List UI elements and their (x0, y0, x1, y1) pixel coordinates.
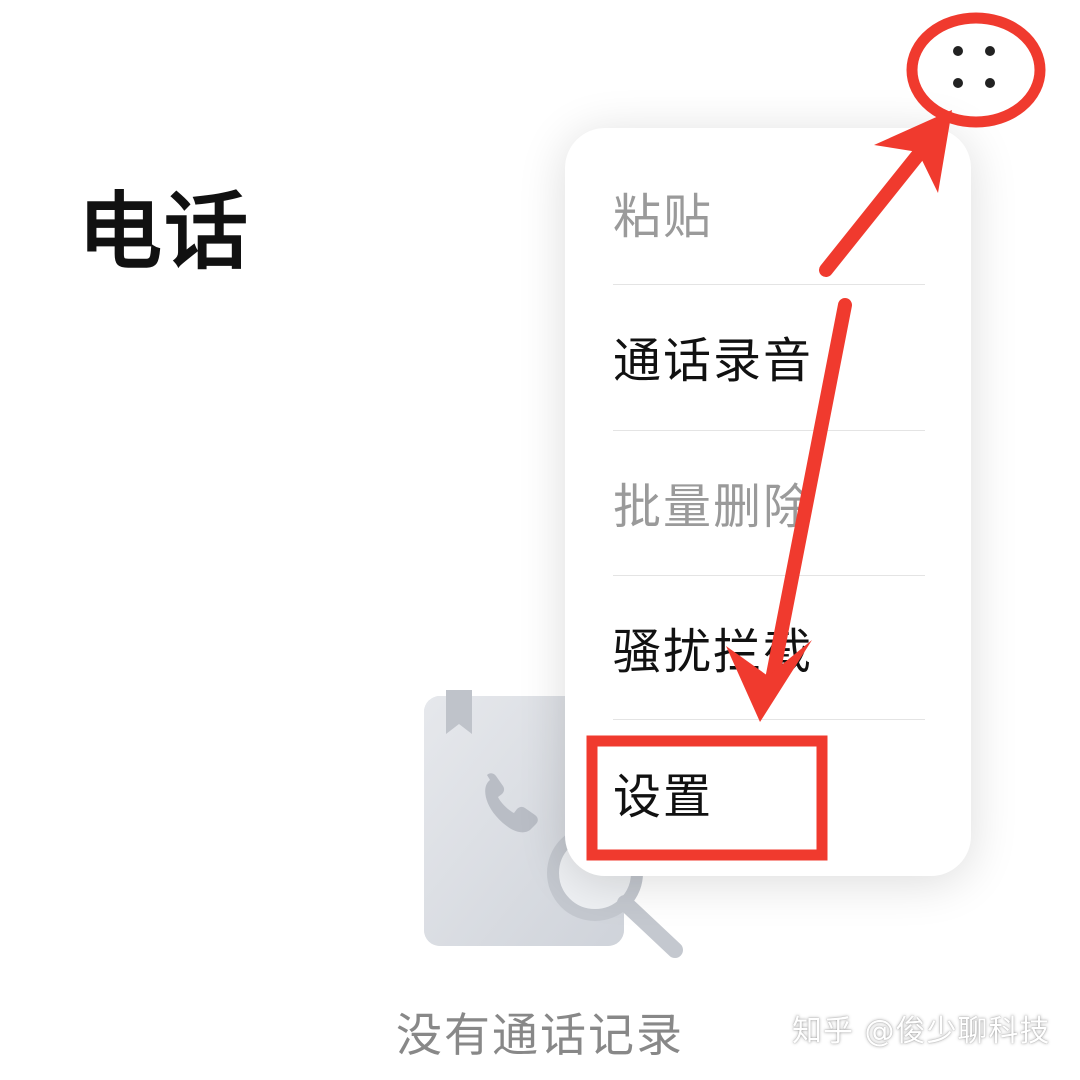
watermark: 知乎 @俊少聊科技 (792, 1014, 1051, 1049)
menu-item-harassment-block[interactable]: 骚扰拦截 (613, 597, 925, 707)
menu-item-call-recording[interactable]: 通话录音 (613, 306, 925, 416)
menu-item-batch-delete[interactable]: 批量删除 (613, 452, 925, 562)
more-options-button[interactable] (926, 30, 1026, 110)
menu-item-paste[interactable]: 粘贴 (613, 162, 925, 272)
popup-menu: 粘贴 通话录音 批量删除 骚扰拦截 设置 (565, 128, 971, 876)
empty-state-text: 没有通话记录 (396, 1008, 684, 1062)
more-dot-icon (985, 78, 995, 88)
more-dot-icon (953, 46, 963, 56)
menu-item-settings[interactable]: 设置 (613, 742, 925, 852)
menu-divider (613, 430, 925, 431)
more-dot-icon (953, 78, 963, 88)
page-title: 电话 (78, 183, 251, 281)
menu-divider (613, 284, 925, 285)
menu-divider (613, 575, 925, 576)
more-dot-icon (985, 46, 995, 56)
phone-screen: 电话 没有通话记录 粘贴 通话录音 批量删除 骚扰拦截 设置 知乎 @俊少聊科技 (0, 0, 1080, 1080)
menu-divider (613, 719, 925, 720)
